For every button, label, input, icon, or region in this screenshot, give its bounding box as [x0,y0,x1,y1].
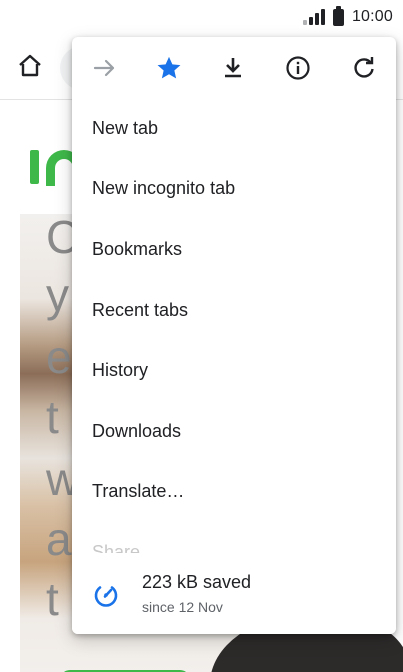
menu-item-share-partial[interactable]: Share... [92,541,155,553]
data-saver-since: since 12 Nov [142,599,223,615]
menu-icon-row [72,37,396,99]
status-bar: 10:00 [0,0,403,34]
menu-item-downloads[interactable]: Downloads [72,401,396,462]
info-icon[interactable] [284,54,312,82]
forward-icon[interactable] [91,54,119,82]
data-saver-amount: 223 kB saved [142,572,252,592]
status-indicators: 10:00 [302,5,393,27]
data-saver-footer[interactable]: 223 kB saved since 12 Nov [72,557,396,634]
hero-text-line: t [46,573,59,625]
menu-item-recent-tabs[interactable]: Recent tabs [72,280,396,341]
battery-icon [332,5,344,26]
hero-text-line: y [46,269,69,321]
hero-text-line: t [46,391,59,443]
signal-icon [302,9,325,25]
home-icon[interactable] [17,53,43,79]
menu-item-new-tab[interactable]: New tab [72,98,396,159]
hero-text-line: a [46,513,72,565]
menu-item-list: New tab New incognito tab Bookmarks Rece… [72,98,396,522]
menu-item-history[interactable]: History [72,340,396,401]
menu-item-bookmarks[interactable]: Bookmarks [72,219,396,280]
status-time: 10:00 [351,8,393,25]
refresh-icon[interactable] [350,54,378,82]
bookmark-star-icon[interactable] [155,54,183,82]
menu-item-translate[interactable]: Translate… [72,462,396,523]
data-saver-icon [92,581,120,609]
download-icon[interactable] [219,54,247,82]
overflow-menu: New tab New incognito tab Bookmarks Rece… [72,37,396,634]
menu-item-new-incognito-tab[interactable]: New incognito tab [72,159,396,220]
hero-text-line: e [46,331,72,383]
